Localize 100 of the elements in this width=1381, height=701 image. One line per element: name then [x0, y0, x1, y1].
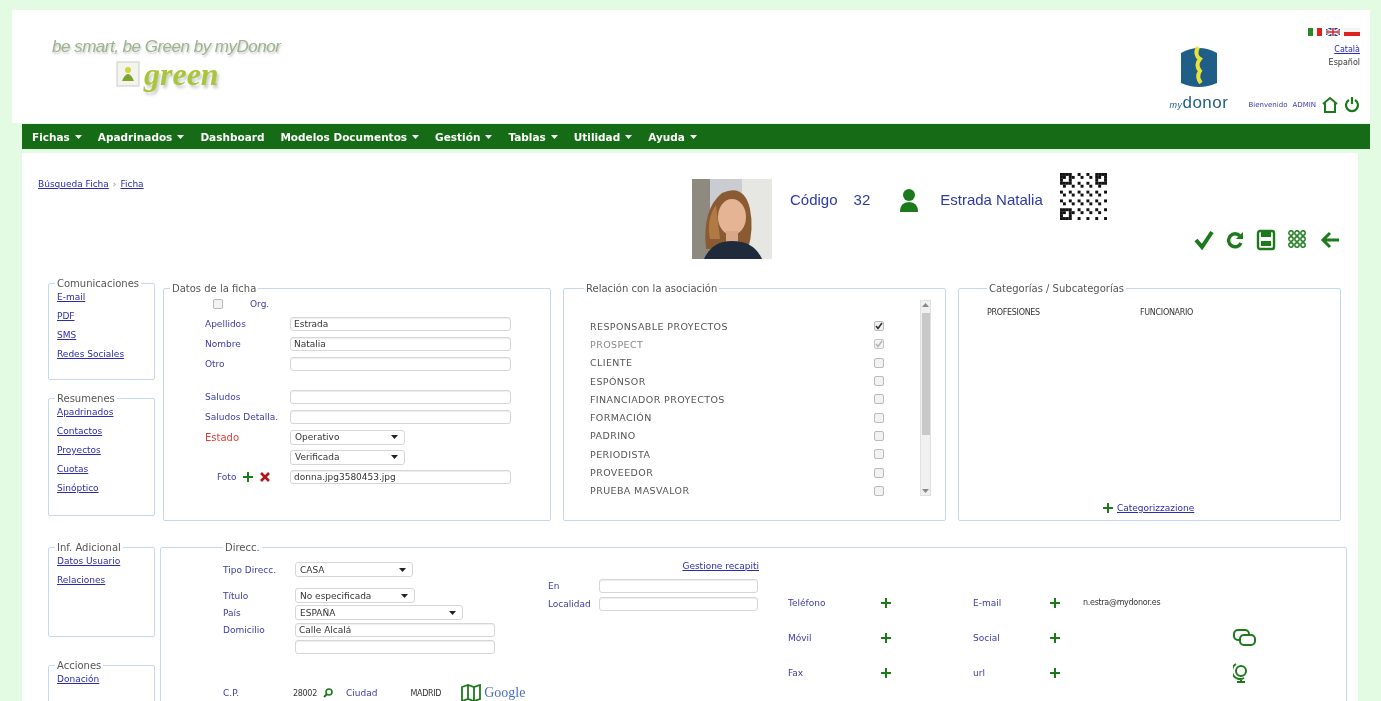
text-field[interactable]: Calle Alcalá — [295, 622, 495, 637]
group-title: Categorías / Subcategorías — [988, 283, 1126, 294]
field-label: Estado — [205, 431, 240, 443]
menu-item[interactable]: Fichas — [24, 124, 90, 149]
caret-icon — [625, 134, 633, 139]
search-icon[interactable] — [322, 688, 333, 698]
dropdown[interactable]: No especificada — [295, 588, 415, 603]
dropdown[interactable]: ESPAÑA — [295, 605, 463, 620]
map-link[interactable]: Google — [484, 685, 526, 701]
refresh-icon[interactable] — [1226, 231, 1244, 249]
field-label: Móvil — [788, 632, 813, 643]
field-label: Teléfono — [788, 597, 827, 608]
menu-item[interactable]: Utilidad — [565, 124, 641, 149]
field-label: Foto — [217, 472, 237, 482]
caret-icon — [391, 435, 398, 439]
plus-icon[interactable] — [881, 597, 891, 608]
checkbox[interactable] — [213, 299, 223, 309]
plus-icon[interactable] — [1050, 597, 1060, 608]
breadcrumb-link[interactable]: Ficha — [120, 179, 144, 189]
field-label: Org. — [250, 299, 270, 309]
checkbox[interactable] — [874, 412, 884, 423]
group-title: Acciones — [56, 660, 103, 671]
text-field[interactable] — [290, 357, 511, 371]
text-field[interactable]: Estrada — [290, 317, 511, 331]
text-field[interactable] — [290, 390, 511, 404]
power-icon[interactable] — [1344, 96, 1360, 113]
menu-item[interactable]: Gestión — [427, 124, 501, 149]
logo-text: green — [144, 57, 219, 91]
checkbox[interactable] — [874, 430, 884, 441]
side-link[interactable]: Relaciones — [57, 575, 106, 585]
email-value: n.estra@mydonor.es — [1083, 598, 1162, 607]
dropdown[interactable]: Operativo — [290, 429, 405, 445]
checkbox[interactable] — [874, 449, 884, 460]
globe-icon[interactable] — [1233, 662, 1249, 683]
relation-label: ESPÓNSOR — [590, 375, 646, 387]
brand-name: mydonor — [1169, 93, 1229, 113]
save-icon[interactable] — [1256, 229, 1276, 251]
plus-icon[interactable] — [243, 472, 254, 482]
menu-item[interactable]: Tablas — [500, 124, 566, 149]
relation-label: PRUEBA MASVALOR — [590, 485, 690, 497]
text-field[interactable] — [599, 597, 758, 611]
side-link[interactable]: Datos Usuario — [57, 556, 121, 566]
cross-icon[interactable] — [260, 472, 271, 482]
check-icon[interactable] — [1194, 230, 1214, 250]
checkbox[interactable] — [874, 357, 884, 368]
chat-icon[interactable] — [1233, 627, 1257, 648]
plus-icon[interactable] — [1103, 503, 1113, 513]
text-field[interactable] — [599, 579, 758, 593]
dropdown[interactable]: Verificada — [290, 449, 405, 465]
menu-item[interactable]: Dashboard — [192, 124, 273, 149]
checkbox[interactable] — [874, 376, 884, 387]
plus-icon[interactable] — [881, 632, 891, 643]
grid-icon[interactable] — [1288, 230, 1308, 250]
categorize-link[interactable]: Categorizzazione — [1117, 503, 1195, 513]
field-label: Social — [973, 632, 1001, 643]
checkbox[interactable] — [874, 467, 884, 478]
side-link[interactable]: Redes Sociales — [57, 349, 125, 359]
side-link[interactable]: Sinóptico — [57, 483, 99, 493]
field-label: Domicilio — [223, 624, 266, 635]
field-label: Saludos Detalla. — [205, 412, 279, 422]
side-link[interactable]: SMS — [57, 330, 77, 340]
flag-icon[interactable] — [1326, 28, 1340, 36]
checkbox[interactable] — [874, 394, 884, 405]
tagline: be smart, be Green by myDonor — [52, 37, 281, 57]
side-link[interactable]: Proyectos — [57, 445, 101, 455]
side-link[interactable]: E-mail — [57, 292, 86, 302]
scrollbar[interactable] — [920, 300, 931, 496]
menu-item[interactable]: Modelos Documentos — [272, 124, 428, 149]
breadcrumb-link[interactable]: Búsqueda Ficha — [38, 179, 109, 189]
caret-icon — [74, 134, 82, 139]
group-title: Comunicaciones — [56, 278, 141, 289]
text-field[interactable] — [290, 410, 511, 424]
side-link[interactable]: Contactos — [57, 426, 103, 436]
checkbox[interactable] — [874, 321, 884, 332]
text-field[interactable]: Natalia — [290, 337, 511, 351]
caret-icon — [449, 610, 456, 615]
group-title: Datos de la ficha — [171, 283, 258, 294]
language-link[interactable]: Català — [1334, 45, 1360, 54]
side-link[interactable]: PDF — [57, 311, 75, 321]
caret-icon — [401, 593, 408, 598]
side-link[interactable]: Cuotas — [57, 464, 89, 474]
menu-item[interactable]: Apadrinados — [89, 124, 193, 149]
map-icon[interactable] — [461, 684, 482, 701]
home-icon[interactable] — [1321, 96, 1339, 113]
flag-icon[interactable] — [1308, 28, 1322, 36]
flag-icon[interactable] — [1344, 28, 1360, 36]
side-link[interactable]: Apadrinados — [57, 407, 114, 417]
manage-link[interactable]: Gestione recapiti — [682, 561, 759, 571]
text-field[interactable] — [295, 639, 495, 654]
dropdown[interactable]: CASA — [295, 562, 413, 577]
menu-item[interactable]: Ayuda — [640, 124, 705, 149]
text-field[interactable]: donna.jpg3580453.jpg — [290, 470, 511, 484]
user-icon — [899, 187, 920, 212]
plus-icon[interactable] — [1050, 667, 1060, 678]
checkbox[interactable] — [874, 485, 884, 496]
field-label: E-mail — [973, 597, 1003, 608]
back-arrow-icon[interactable] — [1320, 231, 1340, 249]
plus-icon[interactable] — [1050, 632, 1060, 643]
plus-icon[interactable] — [881, 667, 891, 678]
side-link[interactable]: Donación — [57, 674, 100, 684]
